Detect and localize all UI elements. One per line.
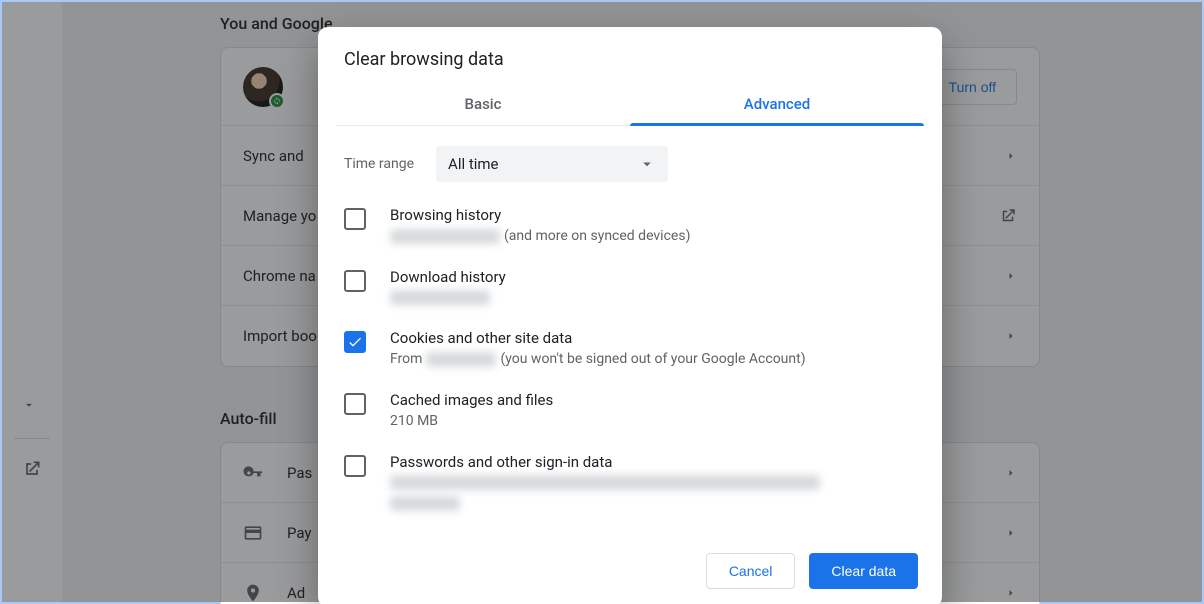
option-cache: Cached images and files 210 MB bbox=[344, 379, 916, 441]
options-list: Browsing history (and more on synced dev… bbox=[318, 190, 942, 537]
dialog-title: Clear browsing data bbox=[318, 27, 942, 82]
checkbox-cookies[interactable] bbox=[344, 331, 366, 353]
cancel-button[interactable]: Cancel bbox=[706, 553, 796, 589]
redacted-text bbox=[390, 496, 460, 511]
tabs: Basic Advanced bbox=[336, 82, 924, 126]
chevron-down-icon bbox=[638, 155, 656, 173]
option-cookies: Cookies and other site data From (you wo… bbox=[344, 317, 916, 379]
time-range-row: Time range All time bbox=[318, 126, 942, 190]
clear-browsing-data-dialog: Clear browsing data Basic Advanced Time … bbox=[318, 27, 942, 604]
time-range-value: All time bbox=[448, 155, 498, 173]
option-download-history: Download history bbox=[344, 256, 916, 317]
redacted-text bbox=[426, 352, 496, 367]
tab-advanced[interactable]: Advanced bbox=[630, 82, 924, 125]
time-range-select[interactable]: All time bbox=[436, 146, 668, 182]
option-browsing-history: Browsing history (and more on synced dev… bbox=[344, 194, 916, 256]
checkbox-download-history[interactable] bbox=[344, 270, 366, 292]
checkbox-browsing-history[interactable] bbox=[344, 208, 366, 230]
checkbox-cache[interactable] bbox=[344, 393, 366, 415]
check-icon bbox=[347, 334, 363, 350]
redacted-text bbox=[390, 475, 820, 490]
clear-data-button[interactable]: Clear data bbox=[809, 553, 918, 589]
redacted-text bbox=[390, 229, 500, 244]
tab-basic[interactable]: Basic bbox=[336, 82, 630, 125]
dialog-actions: Cancel Clear data bbox=[318, 537, 942, 604]
time-range-label: Time range bbox=[344, 156, 414, 172]
redacted-text bbox=[390, 290, 490, 305]
option-passwords: Passwords and other sign-in data bbox=[344, 441, 916, 523]
checkbox-passwords[interactable] bbox=[344, 455, 366, 477]
